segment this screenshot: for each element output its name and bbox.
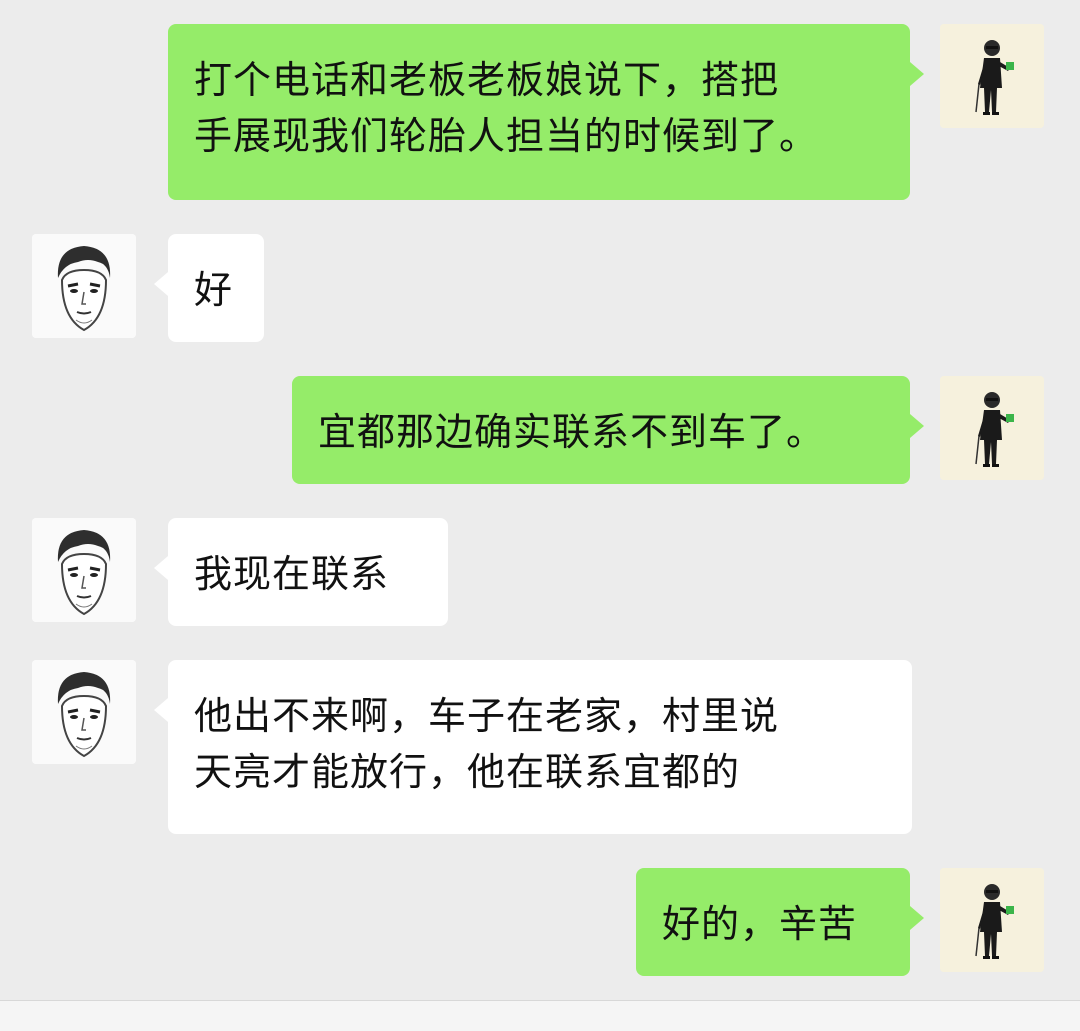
sketch-face-icon [32, 518, 136, 622]
message-text-line: 手展现我们轮胎人担当的时候到了。 [194, 114, 819, 158]
chat-thread[interactable]: 打个电话和老板老板娘说下，搭把 手展现我们轮胎人担当的时候到了。 好 宜都那边确… [0, 0, 1080, 1031]
man-in-black-suit-icon [940, 376, 1044, 480]
sketch-face-avatar[interactable] [32, 518, 136, 622]
sketch-face-avatar[interactable] [32, 660, 136, 764]
message-bubble-sent[interactable]: 宜都那边确实联系不到车了。 [292, 376, 924, 484]
input-bar-edge [0, 1000, 1080, 1031]
message-bubble-sent[interactable]: 打个电话和老板老板娘说下，搭把 手展现我们轮胎人担当的时候到了。 [168, 24, 924, 200]
message-text-line: 打个电话和老板老板娘说下，搭把 [194, 58, 780, 102]
sketch-face-avatar[interactable] [32, 234, 136, 338]
man-in-black-suit-icon [940, 868, 1044, 972]
man-in-black-suit-avatar[interactable] [940, 24, 1044, 128]
message-text-line: 好 [194, 268, 234, 312]
message-text-line: 他出不来啊，车子在老家，村里说 [194, 694, 780, 738]
message-bubble-received[interactable]: 好 [154, 234, 264, 342]
man-in-black-suit-icon [940, 24, 1044, 128]
sketch-face-icon [32, 660, 136, 764]
sketch-face-icon [32, 234, 136, 338]
message-bubble-sent[interactable]: 好的，辛苦 [636, 868, 924, 976]
message-text-line: 天亮才能放行，他在联系宜都的 [194, 750, 741, 794]
message-text-line: 宜都那边确实联系不到车了。 [318, 410, 826, 454]
message-text-line: 我现在联系 [194, 552, 390, 596]
man-in-black-suit-avatar[interactable] [940, 376, 1044, 480]
message-bubble-received[interactable]: 他出不来啊，车子在老家，村里说 天亮才能放行，他在联系宜都的 [154, 660, 912, 834]
message-bubble-received[interactable]: 我现在联系 [154, 518, 448, 626]
man-in-black-suit-avatar[interactable] [940, 868, 1044, 972]
message-text-line: 好的，辛苦 [662, 902, 858, 946]
